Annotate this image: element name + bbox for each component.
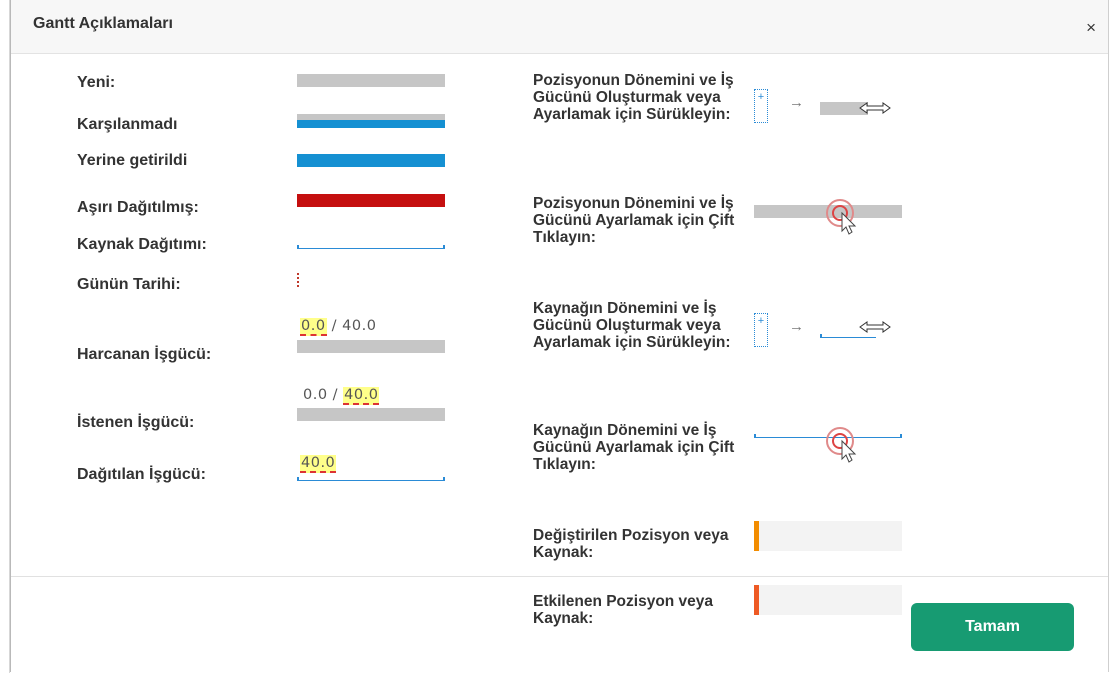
plus-icon: +: [754, 313, 768, 347]
allocated-effort-value: 40.0: [300, 455, 337, 473]
legend-label-position-drag: Pozisyonun Dönemini ve İş Gücünü Oluştur…: [533, 72, 734, 123]
legend-label-resource-doubleclick: Kaynağın Dönemini ve İş Gücünü Ayarlamak…: [533, 422, 735, 473]
legend-label-fulfilled: Yerine getirildi: [77, 152, 188, 169]
today-marker-swatch: [297, 273, 299, 287]
legend-label-resource-allocation: Kaynak Dağıtımı:: [77, 236, 207, 253]
unmet-bar-swatch: [297, 114, 445, 128]
changed-marker: [754, 521, 759, 551]
legend-label-resource-drag: Kaynağın Dönemini ve İş Gücünü Oluşturma…: [533, 300, 731, 351]
double-click-target-icon: [826, 427, 857, 463]
legend-label-today: Günün Tarihi:: [77, 276, 181, 293]
legend-label-overallocated: Aşırı Dağıtılmış:: [77, 199, 199, 216]
spent-effort-total: 40.0: [342, 318, 377, 334]
legend-label-changed: Değiştirilen Pozisyon veya Kaynak:: [533, 527, 729, 561]
requested-effort-values: 0.0 / 40.0: [303, 387, 380, 405]
resize-cursor-icon: [859, 102, 891, 114]
dialog-title: Gantt Açıklamaları: [33, 15, 173, 32]
changed-swatch: [754, 521, 902, 551]
dialog-titlebar: Gantt Açıklamaları ×: [11, 0, 1108, 54]
resize-cursor-icon: [859, 321, 891, 333]
spent-effort-bar: [297, 340, 445, 353]
requested-effort-total: 40.0: [343, 387, 380, 405]
legend-label-requested-effort: İstenen İşgücü:: [77, 414, 195, 431]
window-edge: [0, 0, 10, 673]
legend-label-spent-effort: Harcanan İşgücü:: [77, 346, 212, 363]
affected-swatch: [754, 585, 902, 615]
spent-effort-current: 0.0: [300, 318, 327, 336]
legend-label-position-doubleclick: Pozisyonun Dönemini ve İş Gücünü Ayarlam…: [533, 195, 735, 246]
double-click-target-icon: [826, 199, 857, 235]
arrow-right-icon: →: [789, 318, 804, 335]
spent-effort-values: 0.0 / 40.0: [300, 318, 377, 336]
requested-effort-current: 0.0: [303, 387, 328, 403]
new-bar-swatch: [297, 74, 445, 87]
requested-effort-bar: [297, 408, 445, 421]
arrow-right-icon: →: [789, 94, 804, 111]
footer-divider: [11, 576, 1108, 577]
ok-button[interactable]: Tamam: [911, 603, 1074, 651]
legend-label-unmet: Karşılanmadı: [77, 116, 178, 133]
gantt-legend-dialog: Gantt Açıklamaları × Yeni: Karşılanmadı …: [10, 0, 1109, 672]
allocated-effort-bar: [297, 476, 445, 481]
fulfilled-bar-swatch: [297, 154, 445, 167]
allocated-effort-values: 40.0: [300, 455, 337, 473]
plus-icon: +: [754, 89, 768, 123]
affected-marker: [754, 585, 759, 615]
overallocated-bar-swatch: [297, 194, 445, 207]
close-icon[interactable]: ×: [1086, 18, 1096, 38]
legend-label-allocated-effort: Dağıtılan İşgücü:: [77, 466, 206, 483]
resource-allocation-swatch: [297, 244, 445, 249]
legend-label-new: Yeni:: [77, 74, 116, 91]
legend-label-affected: Etkilenen Pozisyon veya Kaynak:: [533, 593, 714, 627]
